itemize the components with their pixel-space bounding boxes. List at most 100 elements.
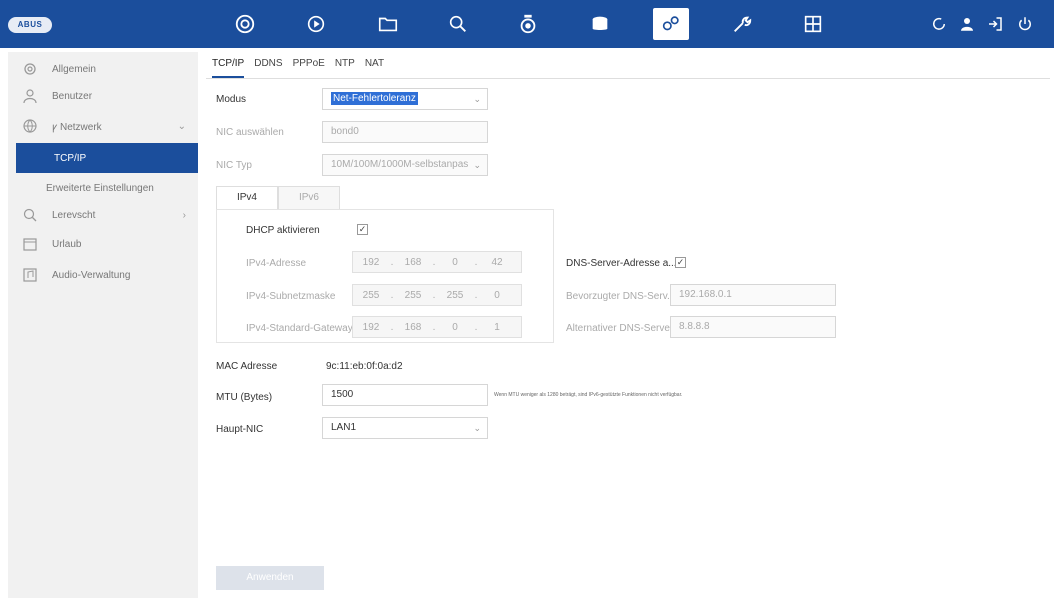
abus-logo: ABUS [8,17,52,33]
ip-octet: 255 [404,289,422,301]
grid-icon[interactable] [795,8,831,40]
ip-octet: 42 [491,256,503,268]
ip-octet: 0 [494,289,500,301]
sidebar-item-label: Allgemein [52,63,96,75]
tab-ipv4[interactable]: IPv4 [216,186,278,210]
dns-alternate-field[interactable]: 8.8.8.8 [670,316,836,338]
mtu-value: 1500 [331,389,354,400]
sidebar-item-audio-verwaltung[interactable]: Audio-Verwaltung [8,260,198,290]
nic-typ-label: NIC Typ [216,160,252,171]
playback-icon[interactable] [298,8,334,40]
modus-select[interactable]: Net-Fehlertoleranz ⌄ [322,88,488,110]
sidebar-item-urlaub[interactable]: Urlaub [8,229,198,259]
nic-auswaehlen-label: NIC auswählen [216,127,284,138]
sidebar-item-label: Urlaub [52,238,82,250]
haupt-nic-select[interactable]: LAN1 ⌄ [322,417,488,439]
camera-icon[interactable] [510,8,546,40]
haupt-nic-value: LAN1 [331,422,357,433]
modus-label: Modus [216,94,247,105]
sidebar-item-tcpip[interactable]: TCP/IP [16,143,198,173]
sidebar-item-label: Erweiterte Einstellungen [46,182,154,194]
nic-typ-value: 10M/100M/1000M-selbstanpas [331,159,469,170]
audio-icon [22,267,38,283]
gateway-field[interactable]: 192. 168. 0. 1 [352,316,522,338]
ipv4-adresse-field[interactable]: 192. 168. 0. 42 [352,251,522,273]
dns-alternate-label: Alternativer DNS-Server [566,323,674,334]
search-icon[interactable] [440,8,476,40]
sidebar-item-label: TCP/IP [54,152,87,164]
user-icon [22,88,38,104]
ip-octet: 192 [362,321,380,333]
nic-auswaehlen-value: bond0 [331,126,359,137]
tab-ipv6[interactable]: IPv6 [278,186,340,210]
sidebar-item-label: Lerevscht [52,209,96,221]
mac-label: MAC Adresse [216,361,278,372]
modus-value: Net-Fehlertoleranz [331,92,418,105]
ip-octet: 0 [452,321,458,333]
ip-version-tabs: IPv4 IPv6 [216,186,340,210]
dns-preferred-label: Bevorzugter DNS-Serv... [566,291,676,302]
globe-icon [22,118,38,134]
ip-octet: 192 [362,256,380,268]
live-view-icon[interactable] [227,8,263,40]
mac-value: 9c:11:eb:0f:0a:d2 [326,361,403,372]
ip-octet: 0 [452,256,458,268]
apply-button[interactable]: Anwenden [216,566,324,590]
gear-icon [22,61,38,77]
power-icon[interactable] [1014,12,1036,36]
ip-octet: 168 [404,256,422,268]
tab-pppoe[interactable]: PPPoE [293,58,325,78]
chevron-down-icon: ⌄ [473,160,481,170]
tab-divider [206,78,1050,79]
sidebar-item-label: ꝩ Netzwerk [52,122,102,133]
logout-icon[interactable] [984,12,1006,36]
sidebar-item-lerevscht[interactable]: Lerevscht › [8,200,198,230]
chevron-down-icon: ⌄ [473,423,481,433]
ipv4-adresse-label: IPv4-Adresse [246,258,307,269]
mtu-input[interactable]: 1500 [322,384,488,406]
sidebar-item-netzwerk[interactable]: ꝩ Netzwerk ⌄ [8,111,198,141]
settings-tabs: TCP/IP DDNS PPPoE NTP NAT [212,58,384,78]
dns-preferred-value: 192.168.0.1 [679,289,732,300]
tab-nat[interactable]: NAT [365,58,384,78]
subnetzmaske-field[interactable]: 255. 255. 255. 0 [352,284,522,306]
settings-gears-icon[interactable] [653,8,689,40]
subnetzmaske-label: IPv4-Subnetzmaske [246,291,336,302]
sidebar-item-label: Audio-Verwaltung [52,269,131,281]
chevron-right-icon: › [182,209,186,221]
sidebar-item-allgemein[interactable]: Allgemein [8,54,198,84]
chevron-down-icon: ⌄ [177,120,186,132]
dns-alternate-value: 8.8.8.8 [679,321,710,332]
sidebar-item-erweiterte-einstellungen[interactable]: Erweiterte Einstellungen [8,173,198,203]
sidebar-item-benutzer[interactable]: Benutzer [8,81,198,111]
mtu-hint: Wenn MTU weniger als 1280 beträgt, sind … [494,392,683,398]
nic-typ-select[interactable]: 10M/100M/1000M-selbstanpas ⌄ [322,154,488,176]
sidebar-item-label: Benutzer [52,90,93,102]
mtu-label: MTU (Bytes) [216,392,273,403]
ip-octet: 1 [494,321,500,333]
dhcp-checkbox[interactable]: ✓ [357,224,368,235]
dns-auto-label: DNS-Server-Adresse a... [566,258,677,269]
storage-icon[interactable] [582,8,618,40]
wrench-icon[interactable] [724,8,760,40]
chevron-down-icon: ⌄ [473,94,481,104]
haupt-nic-label: Haupt-NIC [216,424,264,435]
nic-auswaehlen-select[interactable]: bond0 [322,121,488,143]
gateway-label: IPv4-Standard-Gateway [246,323,353,334]
calendar-icon [22,236,38,252]
dns-preferred-field[interactable]: 192.168.0.1 [670,284,836,306]
magnifier-icon [22,207,38,223]
tab-ntp[interactable]: NTP [335,58,355,78]
user-icon[interactable] [956,12,978,36]
dhcp-label: DHCP aktivieren [246,225,320,236]
ip-octet: 255 [362,289,380,301]
ip-octet: 255 [446,289,464,301]
top-navigation-bar: ABUS [0,0,1054,48]
ip-octet: 168 [404,321,422,333]
dns-auto-checkbox[interactable]: ✓ [675,257,686,268]
tab-tcpip[interactable]: TCP/IP [212,58,245,78]
sidebar: Allgemein Benutzer ꝩ Netzwerk ⌄ TCP/IP E… [8,52,198,598]
folder-icon[interactable] [370,8,406,40]
refresh-icon[interactable] [928,12,950,36]
tab-ddns[interactable]: DDNS [254,58,282,78]
